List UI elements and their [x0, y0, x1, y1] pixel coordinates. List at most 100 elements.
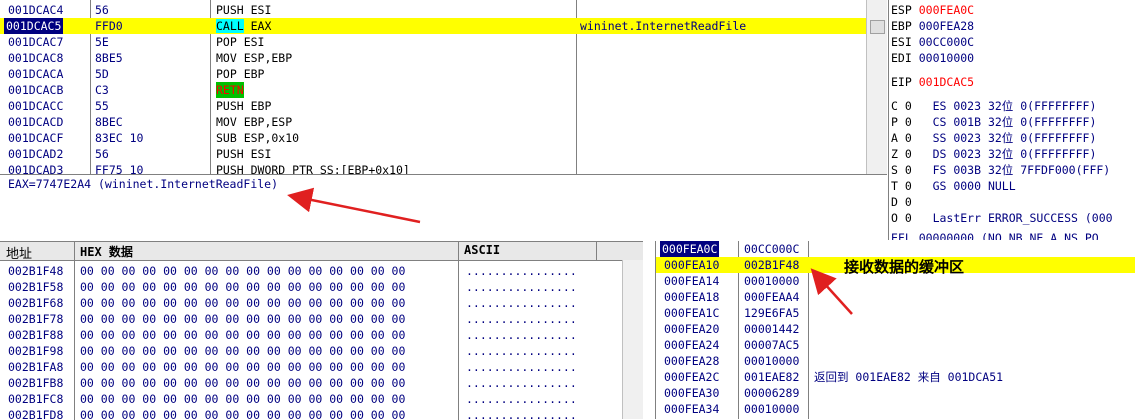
disasm-row[interactable]: 001DCACC 55 PUSH EBP [0, 98, 866, 114]
last-error-value: LastErr ERROR_SUCCESS (000 [932, 211, 1113, 225]
disasm-row-current[interactable]: 001DCAC5 FFD0 CALL EAX wininet.InternetR… [0, 18, 866, 34]
disasm-hex: FFD0 [95, 19, 123, 33]
stack-row[interactable]: 000FEA18 000FEAA4 [656, 289, 1135, 305]
stack-row[interactable]: 000FEA24 00007AC5 [656, 337, 1135, 353]
flag-row[interactable]: S 0 FS 003B 32位 7FFDF000(FFF) [891, 162, 1110, 178]
hex-address: 002B1FC8 [8, 392, 64, 406]
stack-address: 000FEA30 [664, 386, 720, 400]
hex-address: 002B1F88 [8, 328, 64, 342]
disasm-address: 001DCACF [8, 131, 64, 145]
register-eip[interactable]: EIP 001DCAC5 [891, 74, 974, 90]
hex-address: 002B1F48 [8, 264, 64, 278]
stack-row[interactable]: 000FEA20 00001442 [656, 321, 1135, 337]
stack-value: 00010000 [744, 354, 800, 368]
disasm-address: 001DCACC [8, 99, 64, 113]
hex-bytes: 00 00 00 00 00 00 00 00 00 00 00 00 00 0… [80, 296, 406, 310]
disasm-instruction: POP ESI [216, 35, 265, 49]
flag-row[interactable]: C 0 ES 0023 32位 0(FFFFFFFF) [891, 98, 1096, 114]
hex-ascii: ................ [466, 312, 577, 326]
register-value: 001DCAC5 [918, 75, 975, 89]
disasm-row[interactable]: 001DCAC4 56 PUSH ESI [0, 2, 866, 18]
header-divider [74, 242, 75, 260]
hex-bytes: 00 00 00 00 00 00 00 00 00 00 00 00 00 0… [80, 264, 406, 278]
dump-column-divider [74, 261, 75, 420]
flag-row[interactable]: T 0 GS 0000 NULL [891, 178, 1016, 194]
buffer-annotation: 接收数据的缓冲区 [844, 259, 965, 276]
header-ascii[interactable]: ASCII [464, 243, 500, 257]
disasm-row[interactable]: 001DCAD2 56 PUSH ESI [0, 146, 866, 162]
stack-pane[interactable]: 000FEA0C 00CC000C 000FEA10 002B1F48 000FEA… [655, 241, 1135, 419]
disasm-row[interactable]: 001DCAC8 8BE5 MOV ESP,EBP [0, 50, 866, 66]
header-address[interactable]: 地址 [6, 243, 32, 262]
disasm-address: 001DCAC8 [8, 51, 64, 65]
dump-column-divider [458, 261, 459, 420]
disassembly-pane[interactable]: 001DCAC4 56 PUSH ESI 001DCAC5 FFD0 CALL … [0, 0, 887, 175]
disasm-hex: 5D [95, 67, 109, 81]
disasm-address: 001DCAC4 [8, 3, 64, 17]
flag-row[interactable]: A 0 SS 0023 32位 0(FFFFFFFF) [891, 130, 1096, 146]
register-value: 000FEA0C [918, 3, 975, 17]
register-esp[interactable]: ESP 000FEA0C [891, 2, 974, 18]
disasm-row[interactable]: 001DCACD 8BEC MOV EBP,ESP [0, 114, 866, 130]
disasm-row[interactable]: 001DCACA 5D POP EBP [0, 66, 866, 82]
disasm-row[interactable]: 001DCACB C3 RETN [0, 82, 866, 98]
disasm-address: 001DCAD3 [8, 163, 64, 175]
segment-value: SS 0023 32位 0(FFFFFFFF) [932, 131, 1097, 145]
hex-bytes: 00 00 00 00 00 00 00 00 00 00 00 00 00 0… [80, 392, 406, 406]
register-esi[interactable]: ESI 00CC000C [891, 34, 974, 50]
stack-row[interactable]: 000FEA1C 129E6FA5 [656, 305, 1135, 321]
registers-pane[interactable]: ESP 000FEA0C EBP 000FEA28 ESI 00CC000C E… [888, 0, 1135, 240]
stack-row[interactable]: 000FEA30 00006289 [656, 385, 1135, 401]
disasm-row[interactable]: 001DCACF 83EC 10 SUB ESP,0x10 [0, 130, 866, 146]
stack-row[interactable]: 000FEA34 00010000 [656, 401, 1135, 417]
hex-dump-scrollbar[interactable] [622, 260, 643, 419]
hex-bytes: 00 00 00 00 00 00 00 00 00 00 00 00 00 0… [80, 360, 406, 374]
disasm-address: 001DCAD2 [8, 147, 64, 161]
hex-ascii: ................ [466, 344, 577, 358]
hex-ascii: ................ [466, 296, 577, 310]
hex-dump-pane[interactable]: 地址 HEX 数据 ASCII 002B1F48 00 00 00 00 00 0… [0, 241, 643, 420]
retn-instruction: RETN [216, 82, 244, 98]
disasm-row[interactable]: 001DCAD3 FF75 10 PUSH DWORD PTR SS:[EBP+… [0, 162, 866, 175]
disasm-hex: 56 [95, 147, 109, 161]
info-text: EAX=7747E2A4 (wininet.InternetReadFile) [8, 177, 279, 191]
register-name: ESI [891, 35, 912, 49]
stack-row[interactable]: 000FEA0C 00CC000C [656, 241, 1135, 257]
register-name: EIP [891, 75, 912, 89]
disasm-scrollbar[interactable] [866, 0, 887, 174]
header-hex[interactable]: HEX 数据 [80, 243, 133, 260]
flag-row[interactable]: Z 0 DS 0023 32位 0(FFFFFFFF) [891, 146, 1096, 162]
disasm-instruction: MOV EBP,ESP [216, 115, 293, 129]
stack-value: 00010000 [744, 274, 800, 288]
segment-value: CS 001B 32位 0(FFFFFFFF) [932, 115, 1097, 129]
hex-address: 002B1FD8 [8, 408, 64, 420]
info-pane: EAX=7747E2A4 (wininet.InternetReadFile) [0, 175, 887, 237]
stack-row[interactable]: 000FEA28 00010000 [656, 353, 1135, 369]
pane-splitter[interactable] [643, 241, 655, 419]
hex-bytes: 00 00 00 00 00 00 00 00 00 00 00 00 00 0… [80, 328, 406, 342]
stack-value: 000FEAA4 [744, 290, 800, 304]
flag-value: C 0 [891, 99, 912, 113]
stack-address: 000FEA20 [664, 322, 720, 336]
flag-value: S 0 [891, 163, 912, 177]
flag-row[interactable]: O 0 LastErr ERROR_SUCCESS (000 [891, 210, 1113, 226]
hex-address: 002B1F78 [8, 312, 64, 326]
flag-row[interactable]: P 0 CS 001B 32位 0(FFFFFFFF) [891, 114, 1096, 130]
stack-value: 00010000 [744, 402, 800, 416]
stack-address: 000FEA2C [664, 370, 720, 384]
disasm-row[interactable]: 001DCAC7 5E POP ESI [0, 34, 866, 50]
register-edi[interactable]: EDI 00010000 [891, 50, 974, 66]
disasm-instruction: PUSH DWORD PTR SS:[EBP+0x10] [216, 163, 410, 175]
disasm-instruction: PUSH ESI [216, 3, 272, 17]
disasm-comment: wininet.InternetReadFile [580, 19, 747, 33]
stack-row[interactable]: 000FEA2C 001EAE82 返回到 001EAE82 来自 001DCA51 [656, 369, 1135, 385]
segment-value: DS 0023 32位 0(FFFFFFFF) [932, 147, 1097, 161]
register-ebp[interactable]: EBP 000FEA28 [891, 18, 974, 34]
eflags-row[interactable]: EFL 00000000 (NO,NB,NE,A,NS,PO [891, 230, 1099, 240]
hex-bytes: 00 00 00 00 00 00 00 00 00 00 00 00 00 0… [80, 408, 406, 420]
disasm-hex: 5E [95, 35, 109, 49]
header-divider [596, 242, 597, 260]
disasm-scroll-thumb[interactable] [870, 20, 885, 34]
flag-row[interactable]: D 0 [891, 194, 912, 210]
hex-bytes: 00 00 00 00 00 00 00 00 00 00 00 00 00 0… [80, 376, 406, 390]
